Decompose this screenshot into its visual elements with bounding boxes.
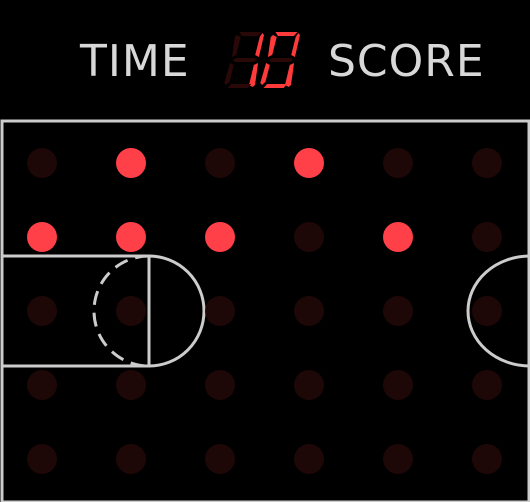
- led-unlit: [383, 296, 413, 326]
- digit-segment: [239, 32, 262, 36]
- score-label: SCORE: [328, 36, 485, 87]
- led-unlit: [383, 370, 413, 400]
- led-unlit: [27, 370, 57, 400]
- led-unlit: [205, 444, 235, 474]
- led-lit: [383, 222, 413, 252]
- led-unlit: [472, 444, 502, 474]
- led-unlit: [116, 296, 146, 326]
- display-digit: [224, 32, 265, 88]
- digit-segment: [260, 63, 270, 85]
- digit-segment: [275, 32, 298, 36]
- led-lit: [116, 148, 146, 178]
- free-throw-circle: [148, 254, 206, 368]
- led-unlit: [383, 148, 413, 178]
- led-lit: [116, 222, 146, 252]
- digit-segment: [231, 35, 241, 57]
- led-unlit: [472, 148, 502, 178]
- display-digit: [260, 32, 301, 88]
- led-unlit: [472, 222, 502, 252]
- led-unlit: [383, 444, 413, 474]
- digit-segment: [284, 63, 295, 87]
- led-lit: [294, 148, 324, 178]
- led-unlit: [205, 148, 235, 178]
- digit-segment: [267, 35, 277, 57]
- seven-segment-display: [224, 32, 301, 88]
- digit-segment: [224, 63, 234, 85]
- led-unlit: [472, 296, 502, 326]
- led-unlit: [472, 370, 502, 400]
- digit-segment: [291, 33, 301, 57]
- digit-segment: [268, 58, 294, 62]
- led-unlit: [294, 296, 324, 326]
- led-unlit: [294, 444, 324, 474]
- digit-segment: [255, 33, 265, 57]
- digit-segment: [248, 63, 259, 87]
- led-unlit: [294, 222, 324, 252]
- led-unlit: [27, 296, 57, 326]
- led-lit: [27, 222, 57, 252]
- digit-segment: [263, 84, 288, 88]
- led-unlit: [27, 444, 57, 474]
- court: [0, 119, 530, 502]
- led-unlit: [116, 370, 146, 400]
- digit-segment: [227, 84, 252, 88]
- led-unlit: [27, 148, 57, 178]
- court-boundary: [0, 119, 530, 502]
- time-label: TIME: [80, 36, 190, 87]
- digit-segment: [232, 58, 258, 62]
- led-unlit: [294, 370, 324, 400]
- led-lit: [205, 222, 235, 252]
- led-unlit: [116, 444, 146, 474]
- led-unlit: [205, 370, 235, 400]
- led-unlit: [205, 296, 235, 326]
